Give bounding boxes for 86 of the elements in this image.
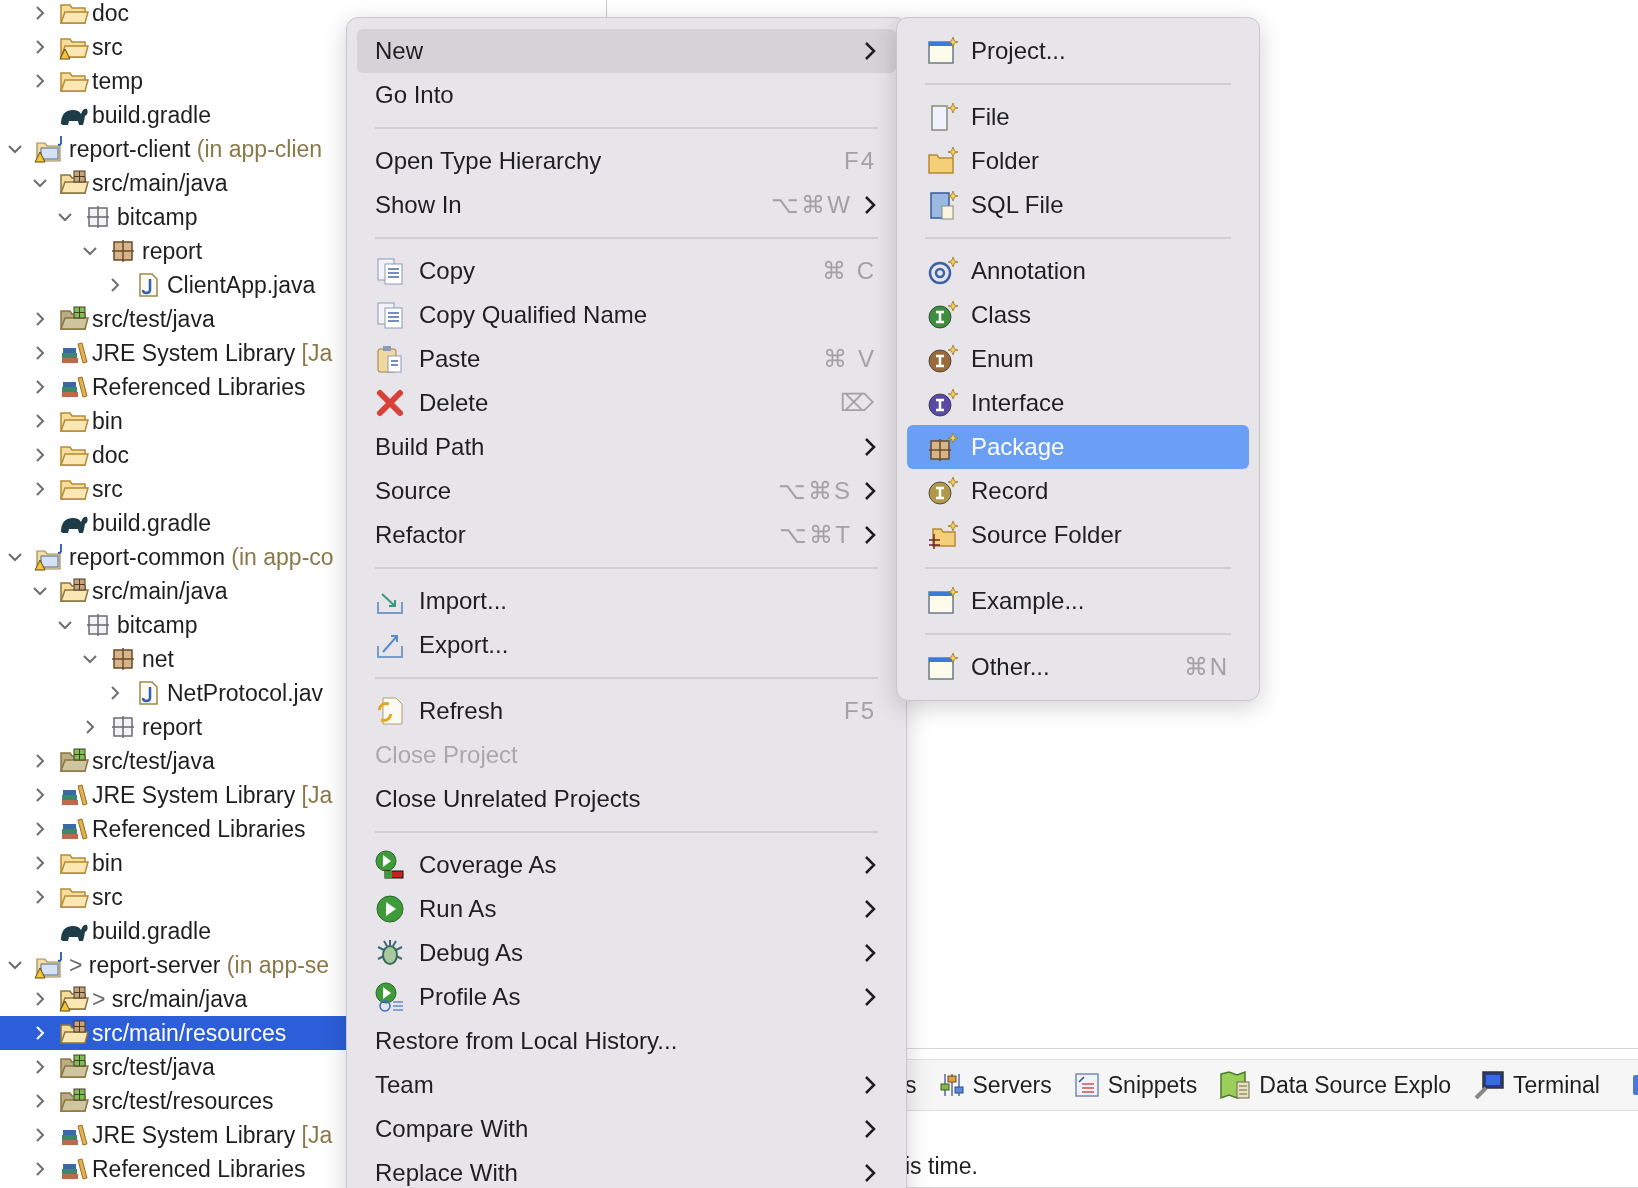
bug-icon bbox=[375, 938, 405, 968]
menu-item[interactable]: Other... ⌘N bbox=[907, 645, 1249, 689]
database-file-icon bbox=[927, 190, 959, 220]
menu-item[interactable]: Profile As bbox=[357, 975, 896, 1019]
menu-item[interactable]: Project... bbox=[907, 29, 1249, 73]
window-plus-icon bbox=[927, 36, 959, 66]
tree-item[interactable]: doc bbox=[0, 0, 606, 30]
window-plus-icon bbox=[927, 652, 959, 682]
menu-item[interactable]: Show In ⌥⌘W bbox=[357, 183, 896, 227]
menu-item[interactable]: Copy Qualified Name bbox=[357, 293, 896, 337]
menu-item[interactable]: Import... bbox=[357, 579, 896, 623]
delete-icon bbox=[375, 388, 405, 418]
package-plus-icon bbox=[927, 432, 959, 462]
map-icon bbox=[1219, 1070, 1252, 1100]
folder-plus-icon bbox=[927, 146, 959, 176]
shortcut-label: ⌥⌘T bbox=[779, 521, 852, 549]
record-icon bbox=[927, 476, 959, 506]
package-folder-icon bbox=[59, 1020, 89, 1046]
monitor-icon bbox=[1473, 1070, 1506, 1100]
menu-item[interactable]: Coverage As bbox=[357, 843, 896, 887]
menu-item[interactable]: Interface bbox=[907, 381, 1249, 425]
menu-item[interactable]: Replace With bbox=[357, 1151, 896, 1188]
tab-icon[interactable] bbox=[1632, 1072, 1638, 1098]
menu-item[interactable]: Folder bbox=[907, 139, 1249, 183]
menu-item[interactable]: Run As bbox=[357, 887, 896, 931]
package-folder-icon bbox=[59, 1088, 89, 1114]
view-tab[interactable]: Snippets bbox=[1073, 1060, 1198, 1110]
menu-item[interactable]: Source Folder bbox=[907, 513, 1249, 557]
package-folder-icon bbox=[59, 748, 89, 774]
shortcut-label: ⌘ C bbox=[822, 257, 876, 285]
class-icon bbox=[927, 300, 959, 330]
shortcut-label: F4 bbox=[844, 147, 876, 175]
shortcut-label: ⌥⌘S bbox=[778, 477, 852, 505]
shortcut-label: ⌦ bbox=[840, 389, 876, 417]
menu-item[interactable]: New bbox=[357, 29, 896, 73]
menu-item[interactable]: Delete ⌦ bbox=[357, 381, 896, 425]
menu-item[interactable]: Refresh F5 bbox=[357, 689, 896, 733]
package-folder-icon bbox=[59, 170, 89, 196]
books-icon bbox=[59, 374, 89, 400]
menu-item[interactable]: Copy ⌘ C bbox=[357, 249, 896, 293]
interface-icon bbox=[927, 388, 959, 418]
books-icon bbox=[59, 816, 89, 842]
refresh-icon bbox=[375, 696, 405, 726]
menu-item[interactable]: Source ⌥⌘S bbox=[357, 469, 896, 513]
package-folder-icon bbox=[59, 1054, 89, 1080]
menu-item[interactable]: Annotation bbox=[907, 249, 1249, 293]
menu-item[interactable]: Class bbox=[907, 293, 1249, 337]
menu-item[interactable]: Example... bbox=[907, 579, 1249, 623]
view-tab[interactable]: Data Source Explo bbox=[1219, 1060, 1452, 1110]
menu-item[interactable]: SQL File bbox=[907, 183, 1249, 227]
menu-item[interactable]: Refactor ⌥⌘T bbox=[357, 513, 896, 557]
view-tab[interactable]: Servers bbox=[938, 1060, 1052, 1110]
shortcut-label: ⌘ V bbox=[823, 345, 876, 373]
documents-icon bbox=[375, 300, 405, 330]
shortcut-label: ⌥⌘W bbox=[771, 191, 852, 219]
menu-item[interactable]: Open Type Hierarchy F4 bbox=[357, 139, 896, 183]
sliders-icon bbox=[938, 1072, 965, 1098]
books-icon bbox=[59, 1122, 89, 1148]
documents-icon bbox=[375, 256, 405, 286]
menu-item[interactable]: Build Path bbox=[357, 425, 896, 469]
books-icon bbox=[59, 1156, 89, 1182]
menu-item[interactable]: File bbox=[907, 95, 1249, 139]
shortcut-label: ⌘N bbox=[1183, 653, 1229, 681]
console-message: is time. bbox=[905, 1153, 978, 1179]
document-icon bbox=[1073, 1072, 1100, 1098]
menu-item[interactable]: Debug As bbox=[357, 931, 896, 975]
menu-item[interactable]: Paste ⌘ V bbox=[357, 337, 896, 381]
books-icon bbox=[59, 340, 89, 366]
menu-item[interactable]: Enum bbox=[907, 337, 1249, 381]
menu-item[interactable]: Compare With bbox=[357, 1107, 896, 1151]
shortcut-label: F5 bbox=[844, 697, 876, 725]
clipboard-icon bbox=[375, 344, 405, 374]
package-folder-icon bbox=[927, 520, 959, 550]
play-clock-icon bbox=[375, 982, 405, 1012]
menu-item[interactable]: Team bbox=[357, 1063, 896, 1107]
window-plus-icon bbox=[927, 586, 959, 616]
menu-item[interactable]: Go Into bbox=[357, 73, 896, 117]
package-folder-icon bbox=[59, 306, 89, 332]
books-icon bbox=[59, 782, 89, 808]
menu-item[interactable]: Record bbox=[907, 469, 1249, 513]
enum-icon bbox=[927, 344, 959, 374]
play-bar-icon bbox=[375, 850, 405, 880]
package-folder-icon bbox=[59, 578, 89, 604]
play-icon bbox=[375, 894, 405, 924]
menu-item[interactable]: Export... bbox=[357, 623, 896, 667]
view-tab[interactable]: Terminal bbox=[1473, 1060, 1600, 1110]
